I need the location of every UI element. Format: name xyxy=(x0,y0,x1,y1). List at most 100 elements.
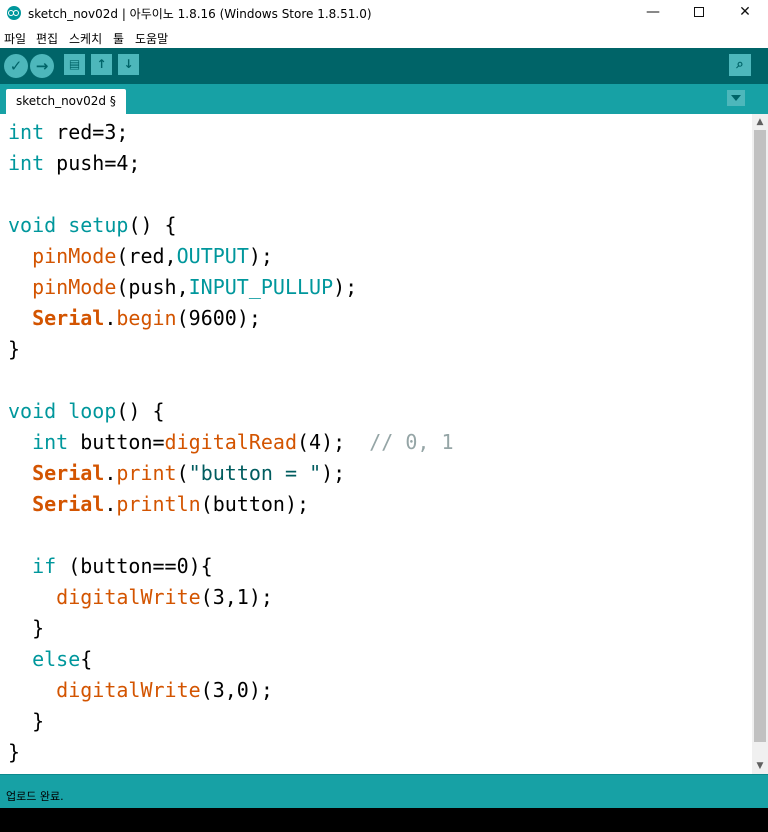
code-token: // 0, 1 xyxy=(369,430,454,454)
code-token: . xyxy=(104,306,117,330)
status-bar: 업로드 완료. xyxy=(0,774,768,808)
menu-help[interactable]: 도움말 xyxy=(135,30,168,47)
menu-tools[interactable]: 툴 xyxy=(113,30,124,47)
open-arrow-up-icon: ↑ xyxy=(96,57,107,71)
code-token: "button = " xyxy=(188,461,322,485)
open-button[interactable]: ↑ xyxy=(91,54,112,75)
maximize-icon xyxy=(694,7,704,17)
code-token: (push, xyxy=(116,275,189,299)
code-token: } xyxy=(8,740,21,764)
status-message: 업로드 완료. xyxy=(6,790,64,803)
tab-bar: sketch_nov02d § xyxy=(0,84,768,114)
code-editor[interactable]: int red=3; int push=4; void setup() { pinM… xyxy=(0,114,752,774)
code-line: else{ xyxy=(8,644,92,675)
menu-file[interactable]: 파일 xyxy=(4,30,26,47)
tab-menu-dropdown[interactable] xyxy=(727,90,745,106)
new-button[interactable]: ▤ xyxy=(64,54,85,75)
code-token: int xyxy=(8,151,45,175)
menu-bar: 파일 편집 스케치 툴 도움말 xyxy=(0,26,768,48)
code-token: { xyxy=(80,647,93,671)
code-token: } xyxy=(8,337,21,361)
code-line: void loop() { xyxy=(8,396,165,427)
title-bar: sketch_nov02d | 아두이노 1.8.16 (Windows Sto… xyxy=(0,0,768,26)
code-token: (button); xyxy=(200,492,310,516)
scroll-thumb[interactable] xyxy=(754,130,766,742)
code-token: } xyxy=(8,709,45,733)
minimize-button[interactable]: — xyxy=(630,0,676,26)
code-token: (3,0); xyxy=(200,678,273,702)
tab-sketch[interactable]: sketch_nov02d § xyxy=(6,89,126,114)
code-line: void setup() { xyxy=(8,210,177,241)
code-token: Serial xyxy=(32,492,105,516)
arduino-logo-icon xyxy=(7,6,21,20)
close-button[interactable]: ✕ xyxy=(722,0,768,26)
window-title: sketch_nov02d | 아두이노 1.8.16 (Windows Sto… xyxy=(28,7,372,21)
code-token: setup xyxy=(68,213,129,237)
vertical-scrollbar[interactable]: ▲ ▼ xyxy=(752,114,768,774)
code-token: push=4; xyxy=(44,151,141,175)
code-line: pinMode(red,OUTPUT); xyxy=(8,241,273,272)
code-token: INPUT_PULLUP xyxy=(188,275,334,299)
code-token: void xyxy=(8,399,57,423)
scroll-down-arrow-icon[interactable]: ▼ xyxy=(752,758,768,774)
code-token: loop xyxy=(68,399,117,423)
arrow-right-icon: → xyxy=(35,57,49,75)
code-token: pinMode xyxy=(32,244,117,268)
upload-button[interactable]: → xyxy=(30,54,54,78)
code-token: ); xyxy=(333,275,358,299)
code-line: int push=4; xyxy=(8,148,140,179)
code-token: () { xyxy=(116,399,165,423)
code-line: pinMode(push,INPUT_PULLUP); xyxy=(8,272,357,303)
code-token: (red, xyxy=(116,244,177,268)
scroll-up-arrow-icon[interactable]: ▲ xyxy=(752,114,768,130)
code-token: Serial xyxy=(32,461,105,485)
code-line: } xyxy=(8,706,44,737)
code-token: if xyxy=(32,554,57,578)
code-token: (button==0){ xyxy=(56,554,213,578)
save-button[interactable]: ↓ xyxy=(118,54,139,75)
code-token: else xyxy=(32,647,81,671)
code-token: ( xyxy=(176,461,189,485)
code-line: Serial.println(button); xyxy=(8,489,309,520)
code-token: digitalWrite xyxy=(56,678,201,702)
checkmark-icon: ✓ xyxy=(9,57,23,75)
code-token: (9600); xyxy=(176,306,261,330)
toolbar: ✓ → ▤ ↑ ↓ ⌕ xyxy=(0,48,768,84)
code-token: begin xyxy=(116,306,177,330)
code-token: } xyxy=(8,616,45,640)
code-line: digitalWrite(3,0); xyxy=(8,675,273,706)
save-arrow-down-icon: ↓ xyxy=(123,57,134,71)
code-token: (3,1); xyxy=(200,585,273,609)
maximize-button[interactable] xyxy=(676,0,722,26)
code-token: button= xyxy=(68,430,165,454)
code-line: int button=digitalRead(4); // 0, 1 xyxy=(8,427,454,458)
code-token: int xyxy=(32,430,69,454)
console-output xyxy=(0,808,768,832)
code-line: } xyxy=(8,613,44,644)
code-line: int red=3; xyxy=(8,117,128,148)
code-token: . xyxy=(104,492,117,516)
serial-monitor-button[interactable]: ⌕ xyxy=(729,54,751,76)
code-token: () { xyxy=(128,213,177,237)
menu-sketch[interactable]: 스케치 xyxy=(69,30,102,47)
verify-button[interactable]: ✓ xyxy=(4,54,28,78)
code-token: digitalWrite xyxy=(56,585,201,609)
code-token: pinMode xyxy=(32,275,117,299)
code-token: Serial xyxy=(32,306,105,330)
code-token: int xyxy=(8,120,45,144)
menu-edit[interactable]: 편집 xyxy=(36,30,58,47)
code-token: . xyxy=(104,461,117,485)
code-token: (4); xyxy=(297,430,370,454)
